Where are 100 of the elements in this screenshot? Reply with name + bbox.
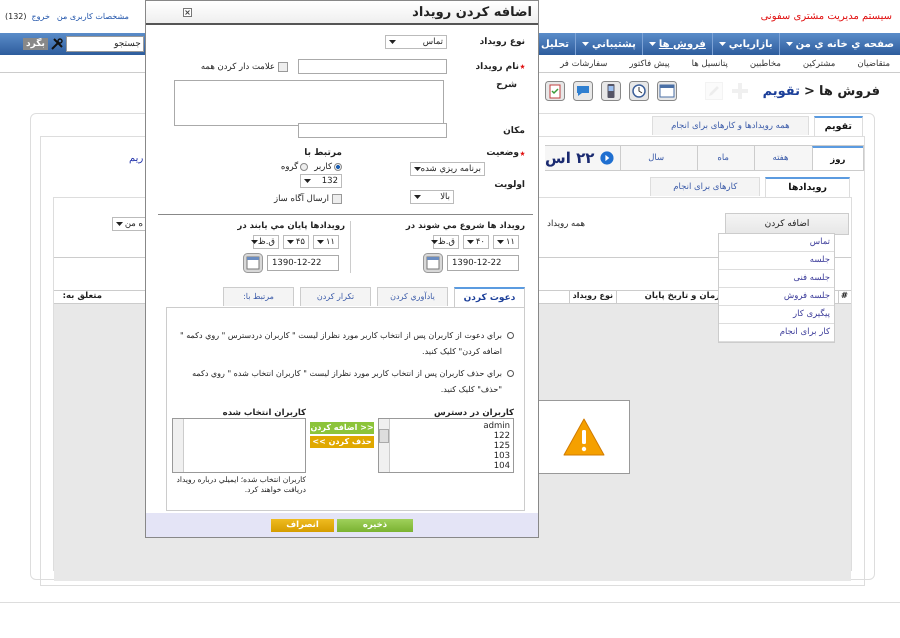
calendar-icon[interactable] (243, 253, 263, 273)
caret-icon (582, 42, 590, 46)
user-count: (132) (5, 12, 27, 21)
caret-icon (648, 42, 656, 46)
hour-dropdown[interactable]: ۱۱ (313, 235, 339, 249)
caret-icon (304, 179, 311, 183)
tab[interactable]: دعوت کردن (454, 287, 525, 307)
filter-label: همه رویداد (547, 219, 585, 229)
field-label: نام رویداد (475, 62, 519, 72)
bullet-icon (507, 370, 514, 377)
menu-item[interactable]: جلسه فنی (719, 270, 834, 288)
column-header: نوع رویداد (568, 291, 616, 303)
list-label: کاربران در دسترس (432, 408, 514, 418)
clipboard-icon[interactable] (544, 81, 565, 101)
caret-icon (467, 240, 474, 244)
submenu-item[interactable]: مخاطبین (750, 58, 781, 68)
instruction-text: براي حذف کاربران پس از انتخاب کاربر مورد نظراز ليست " کاربران انتخاب شده " روي دکمه "حذف" کليک کنيد. (191, 368, 502, 396)
hour-dropdown[interactable]: ۱۱ (493, 235, 519, 249)
period-dropdown[interactable]: ق.ظ (253, 235, 279, 249)
search-field[interactable]: جستجو (66, 36, 144, 52)
caret-icon (786, 42, 793, 46)
list-item[interactable]: 103 (393, 451, 510, 461)
submenu-item[interactable]: سفارشات فر (560, 58, 608, 68)
available-users-list[interactable]: admin 122 125 103 104 (378, 418, 514, 473)
menu-item[interactable]: جلسه (719, 252, 834, 270)
calendar-icon[interactable] (423, 253, 443, 273)
mark-all-checkbox[interactable] (278, 62, 288, 72)
logout-link[interactable]: خروج (32, 12, 50, 21)
period-dropdown[interactable]: ق.ظ (433, 235, 459, 249)
submenu-item[interactable]: مشترکین (802, 58, 836, 68)
related-user-dropdown[interactable]: 132 (300, 174, 342, 188)
view-tab[interactable]: سال (620, 146, 692, 170)
tab[interactable]: تقویم (814, 116, 863, 136)
menu-item[interactable]: صفحه ي خانه ي من (778, 33, 900, 55)
minute-dropdown[interactable]: ۴۵ (283, 235, 309, 249)
status-dropdown[interactable]: برنامه ريزي شده (410, 162, 485, 176)
minute-dropdown[interactable]: ۴۰ (463, 235, 489, 249)
bullet-icon (507, 332, 514, 339)
submenu-item[interactable]: پیش فاکتور (629, 58, 670, 68)
tab[interactable]: يادآوري کردن (377, 287, 448, 306)
menu-item[interactable]: بازاريابي (712, 33, 779, 55)
menu-item[interactable]: پیگیری کار (719, 306, 834, 324)
add-button[interactable]: اضافه کردن (725, 213, 849, 235)
tools-icon[interactable] (50, 38, 63, 50)
menu-item[interactable]: کار برای انجام (719, 324, 834, 342)
list-item[interactable]: 104 (393, 461, 510, 471)
tab[interactable]: همه رویدادها و کارهای برای انجام (652, 116, 809, 135)
menu-item[interactable]: فروش ها (642, 33, 712, 55)
view-tab[interactable]: هفته (754, 146, 806, 170)
field-label: وضعیت (486, 148, 519, 158)
submenu-item[interactable]: متقاضیان (857, 58, 890, 68)
tab[interactable]: رویدادها (765, 177, 850, 197)
calendar-title: ریم (129, 152, 144, 164)
profile-link[interactable]: مشخصات کاربری من (56, 12, 129, 21)
selected-users-list[interactable] (172, 418, 306, 473)
menu-item[interactable]: تماس (719, 234, 834, 252)
brand-title: سیستم مدیریت مشتری سفونی (760, 11, 892, 22)
submenu-item[interactable]: پتانسیل ها (692, 58, 728, 68)
play-icon[interactable] (600, 149, 614, 167)
caret-icon (414, 167, 421, 171)
event-name-field[interactable] (298, 59, 447, 74)
menu-item[interactable]: جلسه فروش (719, 288, 834, 306)
description-field[interactable] (174, 80, 444, 126)
search-button[interactable]: بگرد (23, 38, 48, 50)
list-item[interactable]: 122 (393, 431, 510, 441)
column-header: # (838, 291, 851, 303)
field-label: مرتبط با (304, 148, 342, 158)
view-tab[interactable]: روز (812, 146, 863, 170)
radio-label: گروه (280, 162, 298, 172)
list-label: کاربران انتخاب شده (222, 408, 306, 418)
caret-icon (250, 240, 258, 244)
close-icon[interactable] (183, 8, 192, 16)
scrollbar[interactable] (173, 419, 184, 472)
calendar-icon[interactable] (656, 81, 677, 101)
time-label: رويداد ها شروع مي شوند در (404, 221, 525, 231)
list-item[interactable]: 125 (393, 441, 510, 451)
mobile-phone-icon[interactable] (600, 81, 621, 101)
caret-icon (430, 240, 438, 244)
scrollbar[interactable] (379, 419, 390, 472)
priority-dropdown[interactable]: بالا (410, 190, 454, 204)
field-label: اولويت (494, 180, 525, 190)
event-type-dropdown[interactable]: تماس (385, 35, 447, 49)
tab[interactable]: مرتبط با: (223, 287, 294, 306)
location-field[interactable] (298, 123, 447, 138)
view-tab[interactable]: ماه (697, 146, 748, 170)
notify-checkbox[interactable] (332, 194, 342, 204)
speech-bubble-icon[interactable] (572, 81, 593, 101)
date-field[interactable]: 1390-12-22 (447, 255, 519, 271)
tab[interactable]: کارهای برای انجام (650, 177, 760, 196)
radio-button[interactable] (300, 163, 308, 171)
radio-button[interactable] (334, 163, 342, 171)
date-field[interactable]: 1390-12-22 (267, 255, 339, 271)
clock-icon[interactable] (628, 81, 649, 101)
breadcrumb-parent[interactable]: فروش ها (818, 84, 880, 98)
list-item[interactable]: admin (393, 421, 510, 431)
owner-dropdown[interactable]: ه من (112, 217, 147, 231)
menu-item[interactable]: پشتيباني (575, 33, 642, 55)
field-label: شرح (496, 80, 517, 90)
time-label: رويدادها پايان مي يابند در (236, 221, 345, 231)
tab[interactable]: تکرار کردن (300, 287, 371, 306)
